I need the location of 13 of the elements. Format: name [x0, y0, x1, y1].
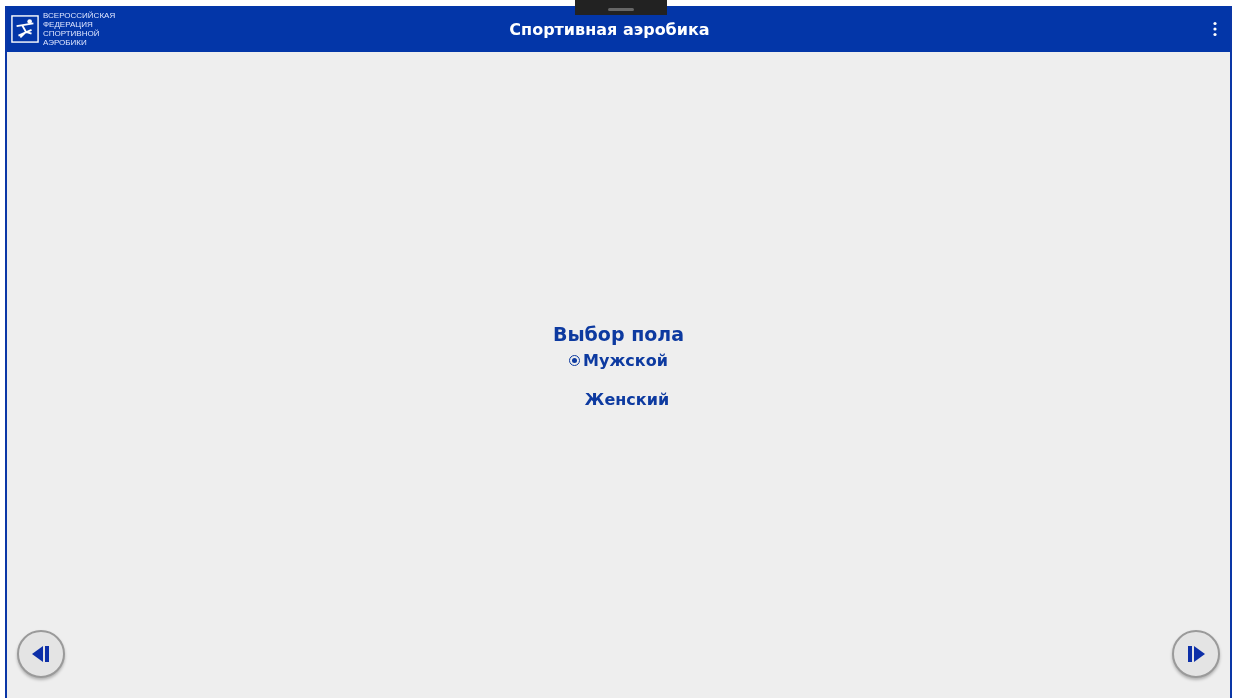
section-heading: Выбор пола [552, 323, 685, 345]
app-title: Спортивная аэробика [508, 19, 711, 39]
radio-option[interactable]: Женский [567, 390, 670, 409]
logo-text: ФЕДЕРАЦИЯ [43, 20, 94, 29]
previous-icon [31, 644, 51, 664]
radio-option[interactable]: Мужской [569, 351, 668, 370]
logo-text: СПОРТИВНОЙ [43, 29, 101, 38]
gymnast-logo-icon [11, 15, 39, 43]
next-icon [1186, 644, 1206, 664]
logo-text: АЭРОБИКИ [43, 38, 88, 47]
previous-button[interactable] [17, 630, 65, 678]
next-button[interactable] [1172, 630, 1220, 678]
logo-text: ВСЕРОССИЙСКАЯ [43, 11, 116, 20]
